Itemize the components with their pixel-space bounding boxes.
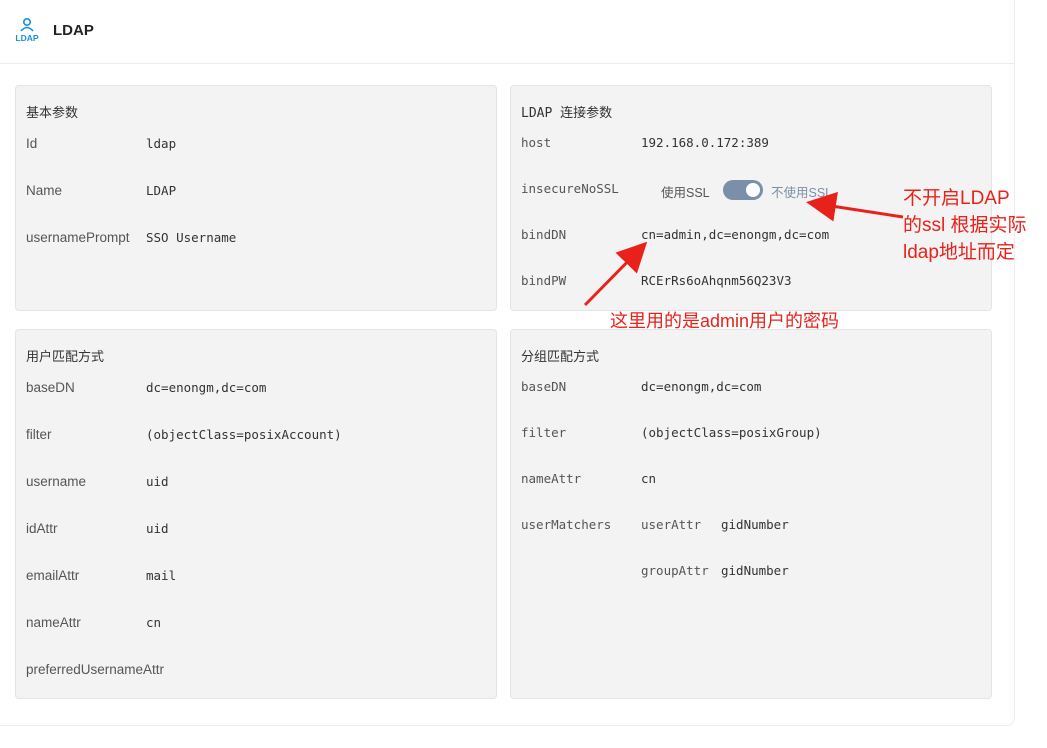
param-subkey: userAttr: [641, 517, 702, 532]
param-key: Id: [26, 136, 38, 151]
param-key: insecureNoSSL: [521, 181, 619, 196]
param-key: idAttr: [26, 521, 58, 536]
param-key: emailAttr: [26, 568, 80, 583]
param-key: baseDN: [521, 379, 567, 394]
param-value: uid: [146, 521, 169, 536]
card-title: LDAP 连接参数: [521, 106, 613, 121]
ssl-toggle-switch[interactable]: [723, 180, 763, 200]
annotation-line: ldap地址而定: [903, 242, 1015, 263]
annotation-line: 的ssl 根据实际: [903, 215, 1027, 236]
page-header: LDAP LDAP: [0, 0, 1015, 64]
param-key: nameAttr: [26, 615, 81, 630]
param-value: RCErRs6oAhqnm56Q23V3: [641, 273, 792, 288]
param-subkey: groupAttr: [641, 563, 709, 578]
svg-text:LDAP: LDAP: [15, 33, 38, 43]
param-key: filter: [521, 425, 567, 440]
param-key: bindPW: [521, 273, 567, 288]
param-value: gidNumber: [721, 563, 789, 578]
param-value: cn=admin,dc=enongm,dc=com: [641, 227, 830, 242]
param-key: nameAttr: [521, 471, 582, 486]
param-value: (objectClass=posixGroup): [641, 425, 822, 440]
bind-annotation-note: 这里用的是admin用户的密码: [610, 311, 840, 331]
param-key: preferredUsernameAttr: [26, 662, 165, 677]
param-value: SSO Username: [146, 230, 237, 245]
toggle-knob: [746, 183, 760, 197]
annotation-line: 不开启LDAP: [903, 188, 1010, 209]
basic-params-card: 基本参数 Id ldap Name LDAP usernamePrompt SS…: [15, 85, 497, 311]
param-value: mail: [146, 568, 177, 583]
param-value: dc=enongm,dc=com: [641, 379, 762, 394]
card-title: 用户匹配方式: [26, 349, 105, 364]
param-key: userMatchers: [521, 517, 612, 532]
param-value: (objectClass=posixAccount): [146, 427, 342, 442]
ssl-off-label[interactable]: 不使用SSL: [771, 182, 832, 201]
user-match-card: 用户匹配方式 baseDN dc=enongm,dc=com filter (o…: [15, 329, 497, 699]
ssl-annotation-note: 不开启LDAP 的ssl 根据实际 ldap地址而定: [903, 185, 1027, 266]
ssl-on-label[interactable]: 使用SSL: [661, 182, 710, 201]
param-key: filter: [26, 427, 52, 442]
param-key: bindDN: [521, 227, 567, 242]
param-value: uid: [146, 474, 169, 489]
param-key: Name: [26, 183, 63, 198]
param-value: dc=enongm,dc=com: [146, 380, 267, 395]
ldap-logo-icon: LDAP: [14, 17, 40, 43]
param-value: 192.168.0.172:389: [641, 135, 769, 150]
card-title: 分组匹配方式: [521, 349, 600, 364]
param-key: host: [521, 135, 552, 150]
param-value: cn: [146, 615, 162, 630]
param-value: LDAP: [146, 183, 177, 198]
param-key: usernamePrompt: [26, 230, 130, 245]
group-match-card: 分组匹配方式 baseDN dc=enongm,dc=com filter (o…: [510, 329, 992, 699]
param-key: username: [26, 474, 87, 489]
param-value: cn: [641, 471, 657, 486]
param-key: baseDN: [26, 380, 75, 395]
page-title: LDAP: [53, 22, 94, 39]
card-title: 基本参数: [26, 105, 79, 120]
param-value: ldap: [146, 136, 177, 151]
param-value: gidNumber: [721, 517, 789, 532]
